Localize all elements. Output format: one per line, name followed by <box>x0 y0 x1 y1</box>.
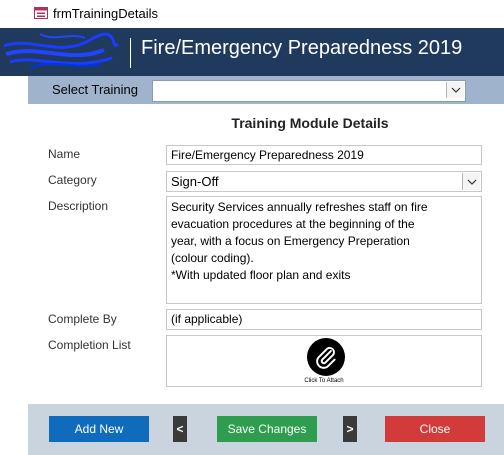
description-textarea[interactable]: Security Services annually refreshes sta… <box>166 196 482 304</box>
form-icon <box>34 7 48 19</box>
add-new-button[interactable]: Add New <box>49 416 149 442</box>
close-button[interactable]: Close <box>385 416 485 442</box>
select-training-label: Select Training <box>52 82 138 97</box>
complete-by-field[interactable]: (if applicable) <box>166 309 482 330</box>
select-training-dropdown-button[interactable] <box>446 82 464 98</box>
complete-by-label: Complete By <box>48 312 117 326</box>
title-bar: frmTrainingDetails <box>0 0 504 28</box>
redaction-scribble <box>3 32 120 69</box>
name-label: Name <box>48 147 81 161</box>
category-dropdown[interactable]: Sign-Off <box>166 171 482 192</box>
next-record-button[interactable]: > <box>343 416 357 442</box>
category-label: Category <box>48 173 97 187</box>
header-divider <box>130 38 131 68</box>
completion-list-label: Completion List <box>48 338 131 352</box>
select-training-bar: Select Training <box>28 76 504 104</box>
select-training-dropdown[interactable] <box>152 80 466 102</box>
name-field[interactable]: Fire/Emergency Preparedness 2019 <box>166 145 482 165</box>
previous-record-button[interactable]: < <box>173 416 187 442</box>
attach-label: Click To Attach <box>304 378 344 384</box>
category-dropdown-button[interactable] <box>462 173 480 190</box>
section-title: Training Module Details <box>231 115 389 131</box>
completion-list-attachment[interactable]: Click To Attach <box>166 335 482 387</box>
footer-bar: Add New < Save Changes > Close <box>28 404 504 455</box>
save-changes-button[interactable]: Save Changes <box>217 416 317 442</box>
page-title: Fire/Emergency Preparedness 2019 <box>141 37 463 59</box>
description-label: Description <box>48 199 109 213</box>
chevron-down-icon <box>467 179 476 185</box>
category-value: Sign-Off <box>171 174 219 189</box>
paperclip-icon[interactable] <box>307 338 345 376</box>
window-title: frmTrainingDetails <box>53 6 158 21</box>
header-banner: Fire/Emergency Preparedness 2019 <box>0 28 504 76</box>
chevron-down-icon <box>451 87 460 93</box>
